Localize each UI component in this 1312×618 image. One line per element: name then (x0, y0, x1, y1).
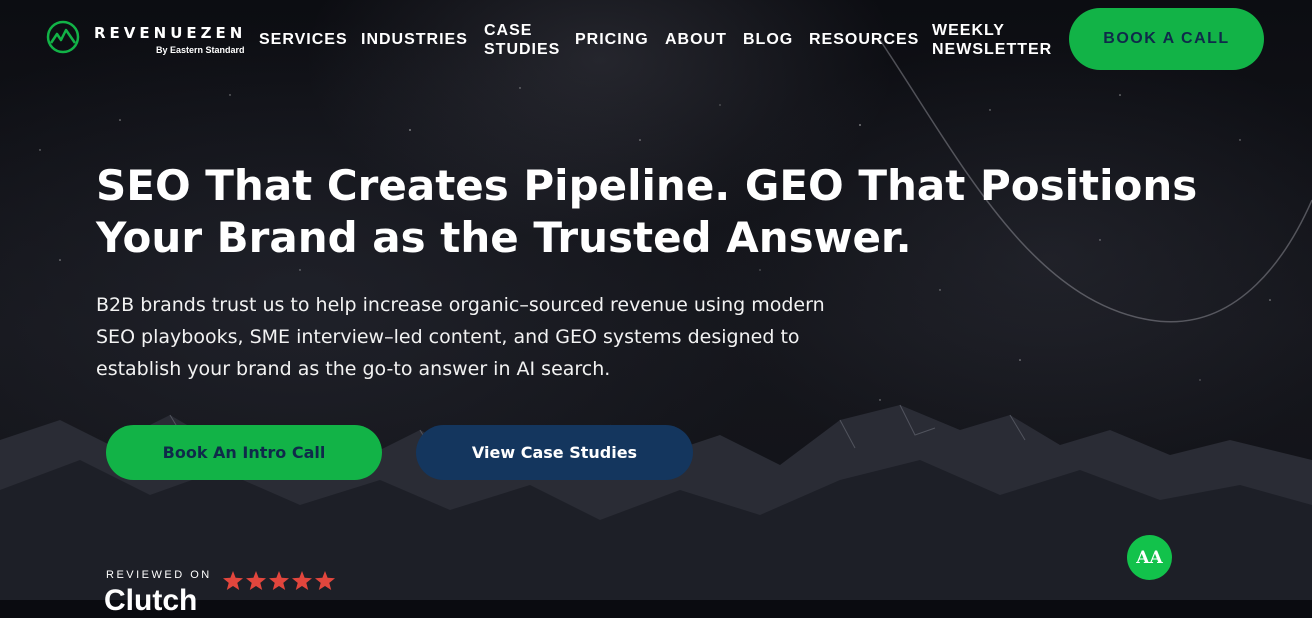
nav-item-weekly-newsletter[interactable]: WEEKLY NEWSLETTER (932, 21, 1057, 59)
view-case-studies-button[interactable]: View Case Studies (416, 425, 693, 480)
reviewed-on-label: REVIEWED ON (106, 569, 212, 581)
nav-item-services[interactable]: SERVICES (259, 30, 348, 49)
brand-name: REVENUEZEN (94, 24, 247, 42)
nav-item-case-studies[interactable]: CASE STUDIES (484, 21, 564, 59)
nav-item-industries[interactable]: INDUSTRIES (361, 30, 468, 49)
brand-logo[interactable]: REVENUEZEN By Eastern Standard (46, 20, 256, 60)
hero-title: SEO That Creates Pipeline. GEO That Posi… (96, 161, 1198, 262)
clutch-logo: Clutch (104, 584, 198, 617)
brand-tagline: By Eastern Standard (156, 45, 245, 55)
hero-subtitle: B2B brands trust us to help increase org… (96, 294, 825, 380)
site-header: REVENUEZEN By Eastern Standard SERVICES … (0, 0, 1312, 80)
five-star-rating-icon (223, 571, 335, 590)
nav-item-resources[interactable]: RESOURCES (809, 30, 919, 49)
mountain-logo-icon (46, 20, 80, 54)
book-a-call-button[interactable]: BOOK A CALL (1069, 8, 1264, 70)
book-intro-call-button[interactable]: Book An Intro Call (106, 425, 382, 480)
accessibility-text-size-icon[interactable]: AA (1127, 535, 1172, 580)
nav-item-about[interactable]: ABOUT (665, 30, 727, 49)
nav-item-pricing[interactable]: PRICING (575, 30, 649, 49)
nav-item-blog[interactable]: BLOG (743, 30, 793, 49)
